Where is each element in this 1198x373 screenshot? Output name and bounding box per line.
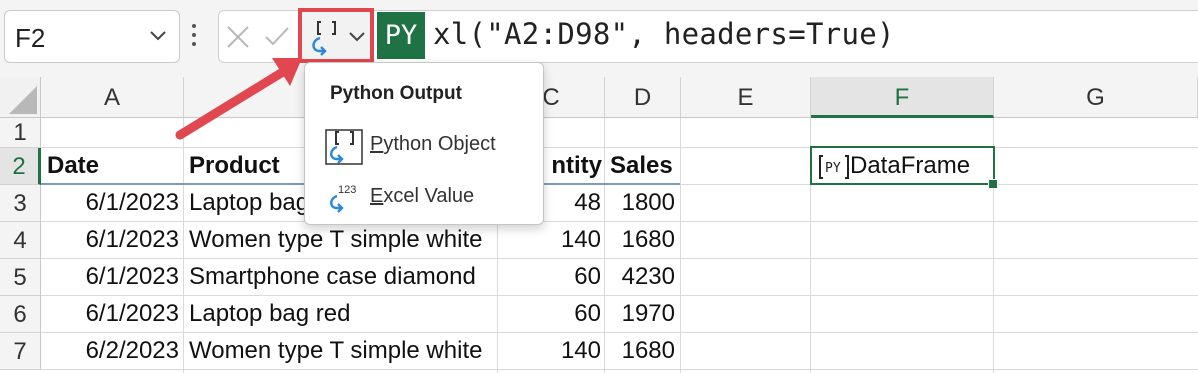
cell-c5[interactable]: 60 — [500, 263, 601, 291]
column-header-e[interactable]: E — [681, 77, 811, 118]
cell-b4[interactable]: Women type T simple white — [189, 226, 495, 254]
cell-d3[interactable]: 1800 — [606, 189, 675, 217]
column-header-a[interactable]: A — [41, 77, 184, 118]
row-header-7[interactable]: 7 — [0, 333, 41, 370]
python-cell-icon: PY — [818, 154, 850, 185]
menu-item-label: Excel Value — [370, 185, 475, 207]
cancel-icon[interactable] — [226, 25, 250, 54]
cell-c4[interactable]: 140 — [500, 226, 601, 254]
gridline — [41, 369, 1198, 370]
menu-item-label: Python Object — [370, 133, 496, 155]
chevron-down-icon[interactable] — [149, 29, 167, 47]
gridline — [183, 118, 184, 373]
formula-text[interactable]: xl("A2:D98", headers=True) — [433, 17, 895, 51]
python-output-menu: Python Output Python Object 123 Excel Va… — [304, 62, 544, 225]
excel-value-icon: 123 — [325, 181, 363, 222]
cell-d6[interactable]: 1970 — [606, 300, 675, 328]
cell-d5[interactable]: 4230 — [606, 263, 675, 291]
row-header-6[interactable]: 6 — [0, 296, 41, 333]
cell-c7[interactable]: 140 — [500, 337, 601, 365]
fill-handle[interactable] — [988, 179, 998, 189]
svg-text:123: 123 — [338, 184, 356, 196]
cell-a6[interactable]: 6/1/2023 — [43, 300, 179, 328]
cell-d4[interactable]: 1680 — [606, 226, 675, 254]
column-header-d[interactable]: D — [605, 77, 681, 118]
select-all-corner[interactable] — [0, 77, 41, 118]
cell-c6[interactable]: 60 — [500, 300, 601, 328]
formula-bar: F2 PY xl("A2:D98", headers=True) — [0, 0, 1198, 77]
cell-a3[interactable]: 6/1/2023 — [43, 189, 179, 217]
python-mode-badge: PY — [377, 12, 425, 59]
row-header-4[interactable]: 4 — [0, 222, 41, 259]
cell-b6[interactable]: Laptop bag red — [189, 300, 495, 328]
python-object-icon — [325, 129, 363, 170]
gridline — [41, 332, 1198, 333]
gridline — [41, 221, 1198, 222]
row-header-1[interactable]: 1 — [0, 118, 41, 148]
cell-a4[interactable]: 6/1/2023 — [43, 226, 179, 254]
cell-a7[interactable]: 6/2/2023 — [43, 337, 179, 365]
row-header-2[interactable]: 2 — [0, 148, 41, 185]
row-header-5[interactable]: 5 — [0, 259, 41, 296]
chevron-down-icon — [348, 30, 366, 48]
menu-title: Python Output — [330, 83, 462, 104]
gridline — [41, 147, 1198, 148]
row-header-3[interactable]: 3 — [0, 185, 41, 222]
column-header-g[interactable]: G — [994, 77, 1198, 118]
column-header-f[interactable]: F — [811, 77, 994, 118]
cell-b7[interactable]: Women type T simple white — [189, 337, 495, 365]
name-box-value: F2 — [15, 23, 46, 53]
gridline — [41, 258, 1198, 259]
cell-d2[interactable]: Sales — [610, 152, 680, 180]
more-options-icon[interactable] — [192, 24, 196, 51]
cell-d7[interactable]: 1680 — [606, 337, 675, 365]
gridline — [604, 118, 605, 373]
svg-text:PY: PY — [825, 161, 841, 176]
cell-f2-value: DataFrame — [850, 152, 971, 179]
enter-check-icon[interactable] — [264, 25, 290, 52]
python-output-type-button[interactable] — [298, 8, 374, 63]
menu-item-python-object[interactable]: Python Object — [305, 121, 543, 169]
cell-a5[interactable]: 6/1/2023 — [43, 263, 179, 291]
name-box[interactable]: F2 — [4, 10, 180, 63]
python-object-icon — [308, 18, 348, 61]
cell-b5[interactable]: Smartphone case diamond — [189, 263, 495, 291]
cell-a2[interactable]: Date — [47, 152, 181, 180]
gridline — [41, 295, 1198, 296]
menu-item-excel-value[interactable]: 123 Excel Value — [305, 173, 543, 221]
gridline — [680, 118, 681, 373]
